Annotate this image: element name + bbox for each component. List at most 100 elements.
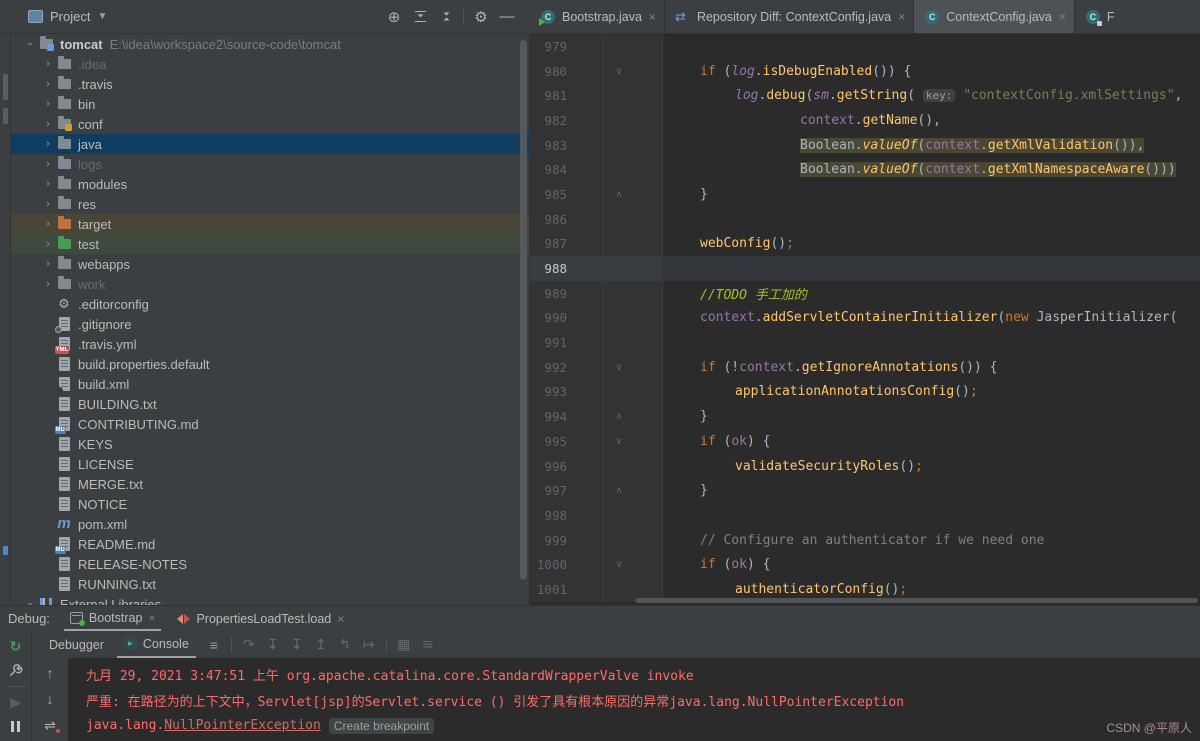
close-icon[interactable]: × (337, 612, 344, 626)
expand-all-icon[interactable] (407, 5, 433, 29)
tree-item[interactable]: ›logs (11, 154, 529, 174)
tool-window-stripe[interactable] (0, 34, 11, 605)
evaluate-expression-icon[interactable]: ▦ (392, 634, 416, 656)
gear-icon[interactable]: ⚙ (468, 5, 494, 29)
down-stack-trace-icon[interactable]: ↓ (39, 688, 61, 710)
chevron-right-icon[interactable]: › (41, 78, 55, 90)
code-line[interactable]: 985∧} (530, 182, 1200, 207)
tree-item[interactable]: LICENSE (11, 454, 529, 474)
tree-item[interactable]: ›modules (11, 174, 529, 194)
resume-icon[interactable]: ▶ (5, 693, 27, 713)
code-line[interactable]: 988 (530, 256, 1200, 281)
code-line[interactable]: 991 (530, 330, 1200, 355)
tree-item[interactable]: ›conf (11, 114, 529, 134)
debug-session-tab[interactable]: PropertiesLoadTest.load× (171, 606, 350, 631)
code-line[interactable]: 982context.getName(), (530, 108, 1200, 133)
run-to-cursor-icon[interactable]: ↦ (357, 634, 381, 656)
chevron-right-icon[interactable]: › (41, 118, 55, 130)
tab-debugger[interactable]: Debugger (42, 631, 111, 658)
tree-item[interactable]: .gitignore (11, 314, 529, 334)
chevron-right-icon[interactable]: › (41, 178, 55, 190)
tree-item[interactable]: RELEASE-NOTES (11, 554, 529, 574)
tree-item[interactable]: YML.travis.yml (11, 334, 529, 354)
force-step-into-icon[interactable]: ↧ (285, 634, 309, 656)
editor-tab[interactable]: CF (1075, 0, 1200, 33)
tree-item[interactable]: ⚙.editorconfig (11, 294, 529, 314)
fold-open-icon[interactable]: ∨ (603, 362, 661, 373)
exception-link[interactable]: NullPointerException (164, 718, 321, 733)
code-editor[interactable]: 979980∨if (log.isDebugEnabled()) {981log… (530, 34, 1200, 605)
create-breakpoint-chip[interactable]: Create breakpoint (329, 718, 434, 734)
tree-item[interactable]: mpom.xml (11, 514, 529, 534)
chevron-right-icon[interactable]: › (41, 138, 55, 150)
chevron-right-icon[interactable]: › (41, 98, 55, 110)
tree-item[interactable]: build.xml (11, 374, 529, 394)
settings-wrench-icon[interactable] (5, 660, 27, 680)
pause-icon[interactable] (5, 717, 27, 737)
close-icon[interactable]: × (148, 611, 155, 625)
close-icon[interactable]: × (1059, 10, 1066, 24)
soft-wrap-icon[interactable]: ⇌ (39, 714, 61, 736)
chevron-right-icon[interactable]: › (41, 158, 55, 170)
tree-item[interactable]: RUNNING.txt (11, 574, 529, 594)
code-line[interactable]: 992∨if (!context.getIgnoreAnnotations())… (530, 355, 1200, 380)
tree-item[interactable]: BUILDING.txt (11, 394, 529, 414)
code-line[interactable]: 987webConfig(); (530, 232, 1200, 257)
chevron-right-icon[interactable]: › (41, 278, 55, 290)
close-icon[interactable]: × (898, 10, 905, 24)
tree-item[interactable]: MERGE.txt (11, 474, 529, 494)
code-line[interactable]: 981log.debug(sm.getString( key: "context… (530, 83, 1200, 108)
code-line[interactable]: 983Boolean.valueOf(context.getXmlValidat… (530, 133, 1200, 158)
project-view-selector[interactable]: Project (50, 9, 90, 24)
tree-item[interactable]: ›.travis (11, 74, 529, 94)
code-line[interactable]: 999// Configure an authenticator if we n… (530, 528, 1200, 553)
code-line[interactable]: 998 (530, 503, 1200, 528)
chevron-right-icon[interactable]: › (41, 58, 55, 70)
code-line[interactable]: 993applicationAnnotationsConfig(); (530, 380, 1200, 405)
editor-tab[interactable]: CContextConfig.java× (914, 0, 1075, 33)
debug-session-tab[interactable]: Bootstrap× (64, 606, 162, 631)
code-line[interactable]: 1000∨if (ok) { (530, 552, 1200, 577)
code-line[interactable]: 995∨if (ok) { (530, 429, 1200, 454)
tree-item[interactable]: ›External Libraries (11, 594, 529, 605)
tab-console[interactable]: ▸Console (117, 631, 196, 658)
up-stack-trace-icon[interactable]: ↑ (39, 662, 61, 684)
chevron-right-icon[interactable]: › (41, 218, 55, 230)
tree-item[interactable]: ›tomcatE:\idea\workspace2\source-code\to… (11, 34, 529, 54)
code-line[interactable]: 994∧} (530, 404, 1200, 429)
settings-lines-icon[interactable]: ≋ (416, 634, 440, 656)
code-line[interactable]: 980∨if (log.isDebugEnabled()) { (530, 59, 1200, 84)
close-icon[interactable]: × (649, 10, 656, 24)
fold-open-icon[interactable]: ∨ (603, 66, 661, 77)
editor-tab[interactable]: CBootstrap.java× (530, 0, 665, 33)
fold-open-icon[interactable]: ∨ (603, 436, 661, 447)
chevron-down-icon[interactable]: › (24, 37, 36, 51)
step-over-icon[interactable]: ↷ (237, 634, 261, 656)
editor-tab[interactable]: ⇄Repository Diff: ContextConfig.java× (665, 0, 914, 33)
tree-item[interactable]: MDCONTRIBUTING.md (11, 414, 529, 434)
code-line[interactable]: 997∧} (530, 478, 1200, 503)
tree-item[interactable]: NOTICE (11, 494, 529, 514)
chevron-down-icon[interactable]: › (24, 597, 36, 605)
locate-icon[interactable]: ⊕ (381, 5, 407, 29)
chevron-right-icon[interactable]: › (41, 258, 55, 270)
tree-item[interactable]: ›target (11, 214, 529, 234)
tree-item[interactable]: ›webapps (11, 254, 529, 274)
tree-item[interactable]: ›java (11, 134, 529, 154)
chevron-right-icon[interactable]: › (41, 238, 55, 250)
fold-open-icon[interactable]: ∨ (603, 559, 661, 570)
step-into-icon[interactable]: ↧ (261, 634, 285, 656)
collapse-all-icon[interactable] (433, 5, 459, 29)
tree-item[interactable]: ›test (11, 234, 529, 254)
drop-frame-icon[interactable]: ↰ (333, 634, 357, 656)
editor-horizontal-scrollbar[interactable] (635, 598, 1198, 603)
tree-item[interactable]: ›bin (11, 94, 529, 114)
tree-item[interactable]: build.properties.default (11, 354, 529, 374)
tree-item[interactable]: KEYS (11, 434, 529, 454)
tree-item[interactable]: ›res (11, 194, 529, 214)
tree-scrollbar[interactable] (520, 40, 527, 580)
fold-close-icon[interactable]: ∧ (603, 485, 661, 496)
tree-item[interactable]: ›work (11, 274, 529, 294)
fold-close-icon[interactable]: ∧ (603, 189, 661, 200)
code-line[interactable]: 990context.addServletContainerInitialize… (530, 306, 1200, 331)
